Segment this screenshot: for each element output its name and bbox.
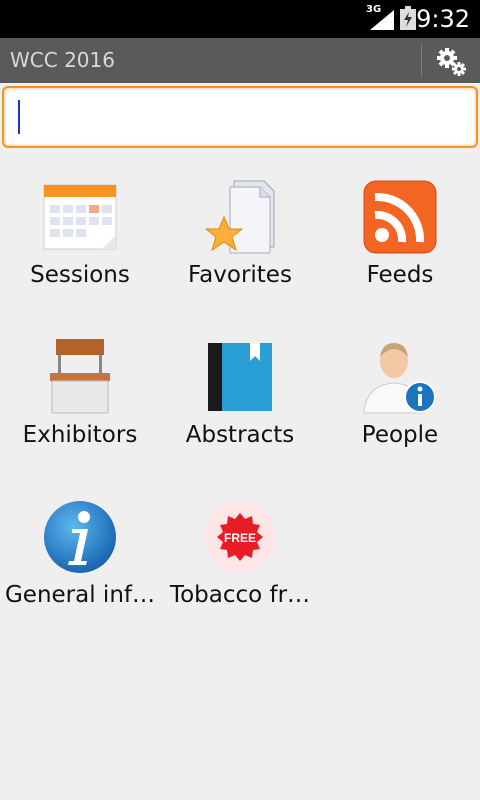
rss-icon	[363, 180, 437, 254]
action-bar: WCC 2016	[0, 38, 480, 83]
battery-icon	[400, 6, 416, 30]
tile-label-general-info: General inf…	[4, 582, 156, 608]
favorites-star-icon	[204, 180, 275, 254]
tile-abstracts[interactable]: Abstracts	[160, 325, 320, 475]
tile-people[interactable]: People	[320, 325, 480, 475]
tile-label-tobacco-free: Tobacco fr…	[169, 582, 311, 608]
clock: 9:32	[416, 5, 470, 33]
book-icon	[208, 343, 272, 411]
tile-favorites[interactable]: Favorites	[160, 165, 320, 315]
tile-label-exhibitors: Exhibitors	[22, 422, 138, 448]
search-input[interactable]	[2, 86, 478, 148]
free-badge-text: FREE	[224, 531, 256, 545]
app-title: WCC 2016	[10, 48, 115, 72]
tile-feeds[interactable]: Feeds	[320, 165, 480, 315]
free-badge-icon: FREE	[204, 501, 276, 573]
person-info-icon	[363, 343, 436, 414]
tile-general-info[interactable]: General inf…	[0, 485, 160, 635]
tile-label-people: People	[361, 422, 439, 448]
calendar-icon	[43, 184, 117, 250]
tile-label-abstracts: Abstracts	[185, 422, 295, 448]
settings-button[interactable]	[422, 38, 480, 83]
tile-label-favorites: Favorites	[188, 262, 292, 288]
search-area	[0, 83, 480, 151]
status-bar: 3G 9:32	[0, 0, 480, 38]
settings-gears-icon	[437, 47, 466, 76]
exhibitor-booth-icon	[50, 339, 110, 414]
tile-label-sessions: Sessions	[30, 262, 130, 288]
tile-tobacco-free[interactable]: FREE Tobacco fr…	[160, 485, 320, 635]
tile-sessions[interactable]: Sessions	[0, 165, 160, 315]
info-icon	[44, 501, 116, 573]
tile-exhibitors[interactable]: Exhibitors	[0, 325, 160, 475]
signal-icon	[370, 10, 394, 30]
text-caret	[18, 100, 20, 134]
tile-label-feeds: Feeds	[366, 262, 434, 288]
